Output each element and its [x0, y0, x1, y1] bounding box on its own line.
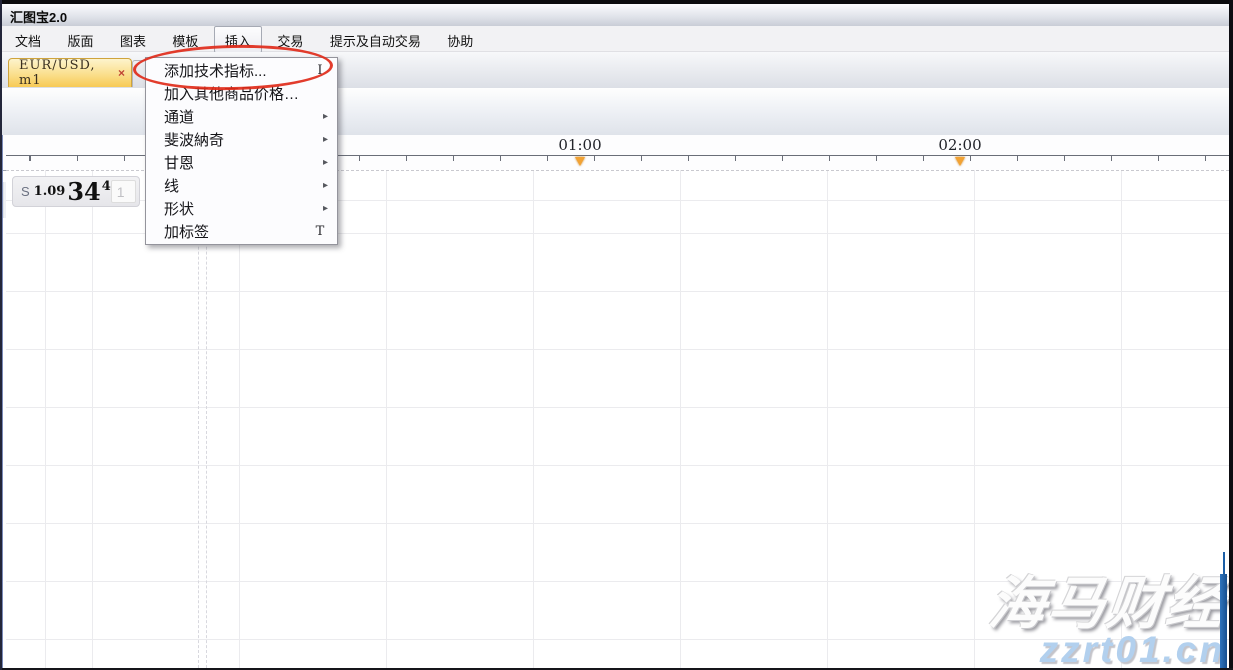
menu-item-layout[interactable]: 版面 [56, 26, 104, 52]
menu-item-chart[interactable]: 图表 [109, 26, 157, 52]
submenu-arrow-icon: ▸ [312, 134, 328, 145]
menu-item-trade[interactable]: 交易 [266, 26, 314, 52]
candle-wick [1223, 552, 1225, 576]
menu-item-channel[interactable]: 通道 ▸ [146, 105, 337, 128]
time-marker-icon [575, 157, 585, 166]
watermark-site: zzrt01.cn [989, 631, 1225, 668]
quote-pip-fraction: 4 [102, 179, 111, 194]
menu-item-line[interactable]: 线 ▸ [146, 174, 337, 197]
window-frame-left [0, 0, 2, 670]
quote-pips: 34 [67, 180, 100, 204]
submenu-arrow-icon: ▸ [312, 157, 328, 168]
menu-item-document[interactable]: 文档 [4, 26, 52, 52]
menu-item-template[interactable]: 模板 [161, 26, 209, 52]
submenu-arrow-icon: ▸ [312, 180, 328, 191]
menu-item-insert[interactable]: 插入 [214, 26, 262, 53]
title-bar[interactable]: 汇图宝2.0 [0, 4, 1233, 27]
menu-item-shape[interactable]: 形状 ▸ [146, 197, 337, 220]
menu-item-add-indicator[interactable]: 添加技术指标... I [146, 59, 337, 82]
time-label: 02:00 [938, 136, 981, 154]
window-title: 汇图宝2.0 [10, 7, 67, 26]
quote-box: S 1.09 34 4 1 [12, 176, 140, 207]
quote-side-label: S [21, 184, 30, 199]
close-icon[interactable]: × [118, 66, 125, 80]
app-window: 汇图宝2.0 文档 版面 图表 模板 插入 交易 提示及自动交易 协助 EUR/… [0, 0, 1233, 670]
menu-item-fibonacci[interactable]: 斐波納奇 ▸ [146, 128, 337, 151]
quote-big-figure: 1.09 [34, 184, 66, 199]
time-label: 01:00 [558, 136, 601, 154]
lot-size-field[interactable]: 1 [111, 180, 136, 203]
window-frame-top [0, 0, 1233, 4]
menu-item-add-label[interactable]: 加标签 T [146, 220, 337, 243]
menu-item-gann[interactable]: 甘恩 ▸ [146, 151, 337, 174]
watermark-brand: 海马财经 [986, 577, 1228, 631]
menu-item-alerts-autotrade[interactable]: 提示及自动交易 [319, 26, 432, 52]
tab-eurusd-m1[interactable]: EUR/USD, m1 × [8, 58, 132, 87]
menu-bar: 文档 版面 图表 模板 插入 交易 提示及自动交易 协助 [0, 26, 1233, 52]
session-separator-line [198, 172, 199, 668]
time-marker-icon [955, 157, 965, 166]
menu-item-help[interactable]: 协助 [436, 26, 484, 52]
submenu-arrow-icon: ▸ [312, 111, 328, 122]
tab-label: EUR/USD, m1 [19, 58, 116, 88]
insert-menu-popup: 添加技术指标... I 加入其他商品价格… 通道 ▸ 斐波納奇 ▸ 甘恩 ▸ 线… [145, 57, 338, 245]
session-separator-line [206, 172, 207, 668]
candle-body [1220, 574, 1227, 668]
window-frame-left-highlight [2, 135, 3, 668]
submenu-arrow-icon: ▸ [312, 203, 328, 214]
menu-item-add-symbol-price[interactable]: 加入其他商品价格… [146, 82, 337, 105]
watermark: 海马财经 zzrt01.cn [989, 577, 1225, 668]
window-frame-right [1229, 0, 1233, 670]
